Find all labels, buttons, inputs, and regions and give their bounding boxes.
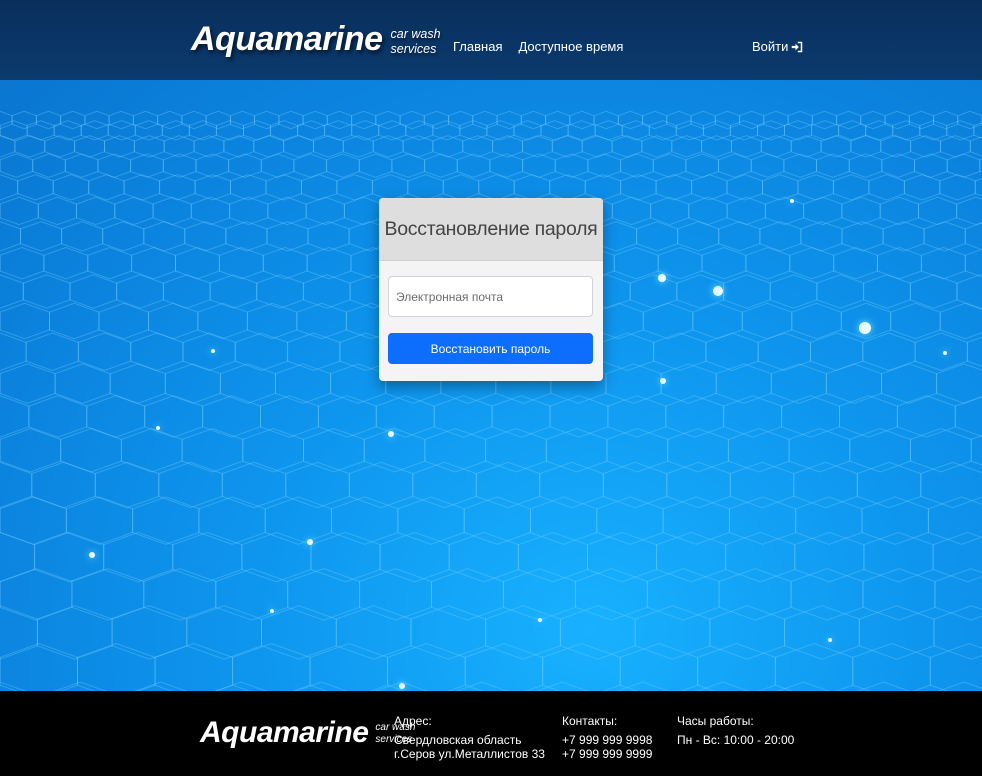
hours-label: Часы работы: [677, 714, 754, 728]
login-label: Войти [752, 39, 789, 54]
site-header: Aquamarine car wash services Главная Дос… [0, 0, 982, 80]
phone-2[interactable]: +7 999 999 9999 [562, 747, 652, 761]
card-body: Восстановить пароль [379, 261, 603, 364]
phone-1[interactable]: +7 999 999 9998 [562, 733, 652, 747]
address-line-1: Свердловская область [394, 733, 522, 747]
footer-contacts: Контакты: +7 999 999 9998 +7 999 999 999… [562, 714, 652, 761]
footer-hours: Часы работы: Пн - Вс: 10:00 - 20:00 [677, 714, 794, 747]
nav-link-home[interactable]: Главная [453, 39, 502, 54]
hero-background: Восстановление пароля Восстановить парол… [0, 80, 982, 691]
sign-in-icon [791, 41, 803, 53]
footer-logo[interactable]: Aquamarine car wash services [200, 715, 415, 751]
footer-logo-title: Aquamarine [200, 716, 369, 749]
nav-link-available-time[interactable]: Доступное время [518, 39, 623, 54]
login-link[interactable]: Войти [752, 39, 803, 54]
card-header: Восстановление пароля [379, 198, 603, 261]
logo-subtitle: car wash services [391, 27, 441, 57]
address-line-2: г.Серов ул.Металлистов 33 [394, 747, 545, 761]
address-label: Адрес: [394, 714, 432, 728]
email-input[interactable] [388, 276, 593, 317]
hours-value: Пн - Вс: 10:00 - 20:00 [677, 733, 795, 747]
logo-subtitle-line-2: services [390, 42, 437, 56]
footer-address: Адрес: Свердловская область г.Серов ул.М… [394, 714, 545, 761]
password-recovery-card: Восстановление пароля Восстановить парол… [379, 198, 603, 381]
hexagon-mesh-decoration [0, 110, 982, 691]
site-footer: Aquamarine car wash services Адрес: Свер… [0, 691, 982, 776]
contacts-label: Контакты: [562, 714, 618, 728]
logo-subtitle-line-1: car wash [390, 27, 441, 41]
card-title: Восстановление пароля [384, 217, 598, 240]
site-logo[interactable]: Aquamarine car wash services [191, 18, 441, 60]
main-nav: Главная Доступное время [453, 39, 623, 54]
restore-password-button[interactable]: Восстановить пароль [388, 333, 593, 364]
logo-title: Aquamarine [191, 20, 383, 58]
